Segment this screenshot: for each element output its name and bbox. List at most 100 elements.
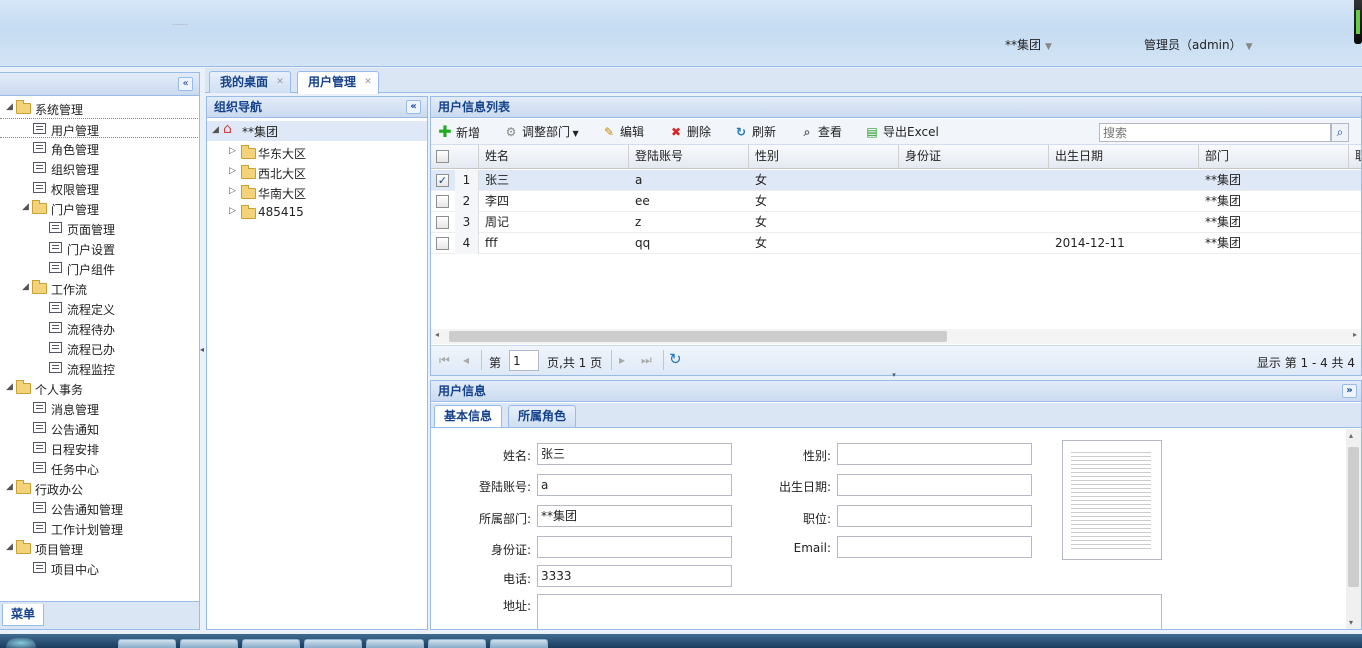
- tab-roles[interactable]: 所属角色: [508, 405, 577, 427]
- expanded-arrow-icon[interactable]: ◢: [6, 482, 13, 492]
- prev-page-icon[interactable]: ◂: [463, 353, 469, 367]
- birth-field[interactable]: [837, 474, 1032, 496]
- expanded-arrow-icon[interactable]: ◢: [22, 282, 29, 292]
- collapse-user-info-button[interactable]: »: [1342, 384, 1357, 398]
- refresh-button[interactable]: ↻ 刷新: [733, 119, 776, 145]
- collapsed-arrow-icon[interactable]: ▷: [229, 166, 236, 176]
- taskbar-button[interactable]: [304, 639, 362, 648]
- sidebar-item[interactable]: 角色管理: [0, 138, 198, 158]
- close-icon[interactable]: ✕: [363, 77, 373, 87]
- idcard-field[interactable]: [537, 536, 732, 558]
- address-field[interactable]: [537, 594, 1162, 629]
- taskbar-button[interactable]: [242, 639, 300, 648]
- vertical-scrollbar[interactable]: ▴ ▾: [1346, 429, 1361, 629]
- collapsed-arrow-icon[interactable]: ▷: [229, 146, 236, 156]
- org-tree-root[interactable]: [207, 121, 427, 141]
- column-header[interactable]: 出生日期: [1049, 145, 1199, 168]
- column-header[interactable]: 姓名: [479, 145, 629, 168]
- row-checkbox[interactable]: [436, 216, 449, 229]
- expanded-arrow-icon[interactable]: ◢: [6, 382, 13, 392]
- expanded-arrow-icon[interactable]: ◢: [6, 542, 13, 552]
- gender-field[interactable]: [837, 443, 1032, 465]
- sidebar-item[interactable]: 消息管理: [0, 398, 198, 418]
- horizontal-scrollbar[interactable]: ◂ ▸: [431, 329, 1361, 344]
- collapsed-arrow-icon[interactable]: ▷: [229, 206, 236, 216]
- sidebar-item[interactable]: 门户设置: [0, 238, 198, 258]
- sidebar-item[interactable]: 门户组件: [0, 258, 198, 278]
- org-tree-item[interactable]: 西北大区: [258, 165, 306, 182]
- splitter-arrow-icon[interactable]: ▾: [878, 372, 910, 379]
- sidebar-item[interactable]: 页面管理: [0, 218, 198, 238]
- dept-field[interactable]: **集团: [537, 505, 732, 527]
- splitter-arrow-icon[interactable]: ◂: [200, 330, 205, 370]
- table-row[interactable]: ✓ 1 张三 a 女 **集团: [431, 170, 1361, 191]
- close-icon[interactable]: ✕: [275, 77, 285, 87]
- email-field[interactable]: [837, 536, 1032, 558]
- row-checkbox[interactable]: [436, 195, 449, 208]
- sidebar-item[interactable]: 项目中心: [0, 558, 198, 578]
- position-field[interactable]: [837, 505, 1032, 527]
- start-button[interactable]: [6, 638, 36, 648]
- refresh-icon[interactable]: ↻: [669, 350, 682, 368]
- sidebar-item[interactable]: 权限管理: [0, 178, 198, 198]
- search-icon[interactable]: ⌕: [1331, 123, 1349, 142]
- column-header[interactable]: 部门: [1199, 145, 1349, 168]
- taskbar-button[interactable]: [366, 639, 424, 648]
- sidebar-item[interactable]: ◢ 行政办公: [0, 478, 198, 498]
- taskbar-button[interactable]: [180, 639, 238, 648]
- row-checkbox[interactable]: [436, 237, 449, 250]
- sidebar-item[interactable]: 用户管理: [0, 118, 198, 138]
- column-header[interactable]: 职: [1349, 145, 1361, 168]
- sidebar-item[interactable]: 日程安排: [0, 438, 198, 458]
- user-photo[interactable]: [1062, 440, 1162, 560]
- table-row[interactable]: 3 周记 z 女 **集团: [431, 212, 1361, 233]
- sidebar-item[interactable]: 流程定义: [0, 298, 198, 318]
- sidebar-item[interactable]: ◢ 系统管理: [0, 98, 198, 118]
- delete-button[interactable]: ✖ 删除: [668, 119, 711, 145]
- view-button[interactable]: ⌕ 查看: [799, 119, 842, 145]
- sidebar-item[interactable]: 组织管理: [0, 158, 198, 178]
- edit-button[interactable]: ✎ 编辑: [601, 119, 644, 145]
- export-excel-button[interactable]: ▤ 导出Excel: [864, 119, 938, 145]
- tab-basic-info[interactable]: 基本信息: [434, 405, 503, 427]
- sidebar-item[interactable]: 流程已办: [0, 338, 198, 358]
- row-checkbox[interactable]: ✓: [436, 174, 449, 187]
- sidebar-item[interactable]: 流程待办: [0, 318, 198, 338]
- sidebar-item[interactable]: 公告通知: [0, 418, 198, 438]
- column-header[interactable]: 登陆账号: [629, 145, 749, 168]
- last-page-icon[interactable]: ⏭: [641, 353, 652, 368]
- sidebar-item[interactable]: ◢ 门户管理: [0, 198, 198, 218]
- sidebar-item[interactable]: 工作计划管理: [0, 518, 198, 538]
- next-page-icon[interactable]: ▸: [619, 353, 625, 367]
- select-all-checkbox[interactable]: [436, 150, 449, 163]
- tab-desktop[interactable]: 我的桌面 ✕: [209, 71, 292, 93]
- table-row[interactable]: 4 fff qq 女 2014-12-11 **集团: [431, 233, 1361, 254]
- expanded-arrow-icon[interactable]: ◢: [22, 202, 29, 212]
- column-header[interactable]: 身份证: [899, 145, 1049, 168]
- collapse-sidebar-button[interactable]: «: [178, 77, 193, 91]
- collapse-org-nav-button[interactable]: «: [406, 100, 421, 114]
- first-page-icon[interactable]: ⏮: [439, 353, 450, 368]
- adjust-dept-button[interactable]: ⚙ 调整部门 ▼: [503, 119, 579, 145]
- menu-tab[interactable]: 菜单: [2, 604, 45, 626]
- sidebar-item[interactable]: ◢ 个人事务: [0, 378, 198, 398]
- collapsed-arrow-icon[interactable]: ▷: [229, 186, 236, 196]
- taskbar-button[interactable]: [118, 639, 176, 648]
- table-row[interactable]: 2 李四 ee 女 **集团: [431, 191, 1361, 212]
- tab-user-management[interactable]: 用户管理 ✕: [297, 71, 380, 94]
- taskbar-button[interactable]: [490, 639, 548, 648]
- phone-field[interactable]: 3333: [537, 565, 732, 587]
- page-number-input[interactable]: 1: [509, 350, 539, 371]
- sidebar-item[interactable]: 公告通知管理: [0, 498, 198, 518]
- user-menu[interactable]: 管理员（admin） ▼: [1144, 36, 1253, 53]
- org-tree-item[interactable]: 华南大区: [258, 185, 306, 202]
- sidebar-item[interactable]: 流程监控: [0, 358, 198, 378]
- expanded-arrow-icon[interactable]: ◢: [212, 125, 219, 135]
- sidebar-item[interactable]: ◢ 工作流: [0, 278, 198, 298]
- org-selector[interactable]: **集团 ▼: [1005, 36, 1052, 53]
- org-tree-item[interactable]: 485415: [258, 205, 304, 219]
- org-tree-item[interactable]: 华东大区: [258, 145, 306, 162]
- sidebar-item[interactable]: 任务中心: [0, 458, 198, 478]
- account-field[interactable]: a: [537, 474, 732, 496]
- name-field[interactable]: 张三: [537, 443, 732, 465]
